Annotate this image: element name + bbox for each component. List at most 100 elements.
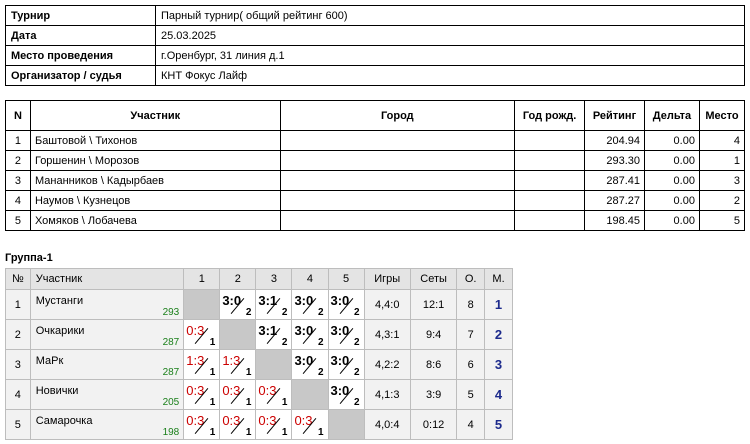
group-col-games: Игры (363, 268, 411, 290)
participants-table: N Участник Город Год рожд. Рейтинг Дельт… (5, 100, 746, 231)
match-score-cell: 0:3 1 (219, 409, 257, 440)
participant-row: 3 Мананников \ Кадырбаев 287.41 0.00 3 (5, 170, 746, 191)
participant-rating: 287.27 (584, 190, 645, 211)
col-header-delta: Дельта (644, 100, 700, 131)
match-points: 1 (209, 397, 216, 408)
col-header-city: Город (279, 100, 516, 131)
participant-delta: 0.00 (644, 190, 700, 211)
participant-city (279, 210, 516, 231)
group-points: 6 (456, 349, 486, 380)
participant-rating: 204.94 (584, 130, 645, 151)
col-header-rating: Рейтинг (584, 100, 645, 131)
group-player-name: Новички (35, 385, 79, 397)
col-header-n: N (5, 100, 31, 131)
group-row: 5 Самарочка 198 0:3 1 0:3 1 0:3 1 0:3 1 4,0:4 0:12 4 5 (5, 409, 513, 440)
match-score-cell: 3:0 2 (327, 289, 365, 320)
group-player-name: Очкарики (35, 325, 85, 337)
participant-city (279, 170, 516, 191)
group-player-cell: Очкарики 287 (29, 319, 185, 350)
group-player-name: МаРк (35, 355, 64, 367)
match-score-cell: 3:0 2 (327, 349, 365, 380)
match-points: 1 (281, 397, 288, 408)
group-points: 7 (456, 319, 486, 350)
match-score-cell: 1:3 1 (183, 349, 221, 380)
participant-place: 2 (698, 190, 746, 211)
participant-number: 2 (5, 150, 31, 171)
participant-birth-year (514, 210, 586, 231)
match-score-cell: 0:3 1 (255, 379, 293, 410)
match-score-cell: 3:0 2 (327, 319, 365, 350)
info-row-organizer: Организатор / судья КНТ Фокус Лайф (5, 65, 745, 86)
participant-number: 5 (5, 210, 31, 231)
participant-city (279, 150, 516, 171)
match-score-cell: 3:0 2 (291, 319, 329, 350)
info-row-tournament: Турнир Парный турнир( общий рейтинг 600) (5, 5, 745, 26)
group-col-3: 3 (255, 268, 293, 290)
group-place: 5 (484, 409, 513, 440)
group-col-4: 4 (291, 268, 329, 290)
group-sets: 3:9 (409, 379, 458, 410)
group-player-name: Самарочка (35, 415, 93, 427)
match-points: 2 (317, 307, 324, 318)
group-games: 4,4:0 (363, 289, 411, 320)
match-points: 1 (281, 427, 288, 438)
group-player-name: Мустанги (35, 295, 84, 307)
group-row-number: 1 (5, 289, 31, 320)
match-points: 1 (209, 427, 216, 438)
match-score-cell: 3:0 2 (291, 289, 329, 320)
participant-city (279, 130, 516, 151)
match-score-cell: 0:3 1 (183, 409, 221, 440)
group-sets: 9:4 (409, 319, 458, 350)
participant-rating: 287.41 (584, 170, 645, 191)
participant-name: Наумов \ Кузнецов (29, 190, 281, 211)
group-place: 2 (484, 319, 513, 350)
participant-number: 4 (5, 190, 31, 211)
group-games: 4,3:1 (363, 319, 411, 350)
match-points: 1 (317, 427, 324, 438)
group-player-rating: 293 (162, 307, 180, 318)
tournament-info-table: Турнир Парный турнир( общий рейтинг 600)… (5, 5, 745, 86)
match-points: 2 (281, 307, 288, 318)
match-score-cell: 3:0 2 (291, 349, 329, 380)
group-col-points: О. (456, 268, 486, 290)
date-label: Дата (5, 25, 156, 46)
group-row: 3 МаРк 287 1:3 1 1:3 1 3:0 2 3:0 2 4,2:2 8:6 6 3 (5, 349, 513, 380)
match-points: 2 (354, 367, 360, 378)
group-place: 3 (484, 349, 513, 380)
group-row: 4 Новички 205 0:3 1 0:3 1 0:3 1 3:0 2 4,1:3 3:9 5 4 (5, 379, 513, 410)
group-col-5: 5 (327, 268, 365, 290)
match-score-cell: 3:1 2 (255, 319, 293, 350)
group-points: 4 (456, 409, 486, 440)
tournament-value: Парный турнир( общий рейтинг 600) (155, 5, 745, 26)
participant-place: 1 (698, 150, 746, 171)
group-player-cell: Самарочка 198 (29, 409, 185, 440)
diagonal-cell (327, 409, 365, 440)
group-col-place: М. (484, 268, 513, 290)
match-score-cell: 0:3 1 (183, 379, 221, 410)
participant-birth-year (514, 130, 586, 151)
group-games: 4,1:3 (363, 379, 411, 410)
group-row-number: 4 (5, 379, 31, 410)
group-place: 4 (484, 379, 513, 410)
group-player-rating: 287 (162, 367, 180, 378)
match-score: 3:0 (294, 353, 314, 368)
group-player-rating: 205 (162, 397, 180, 408)
participant-birth-year (514, 190, 586, 211)
match-points: 2 (245, 307, 252, 318)
group-points: 8 (456, 289, 486, 320)
group-row-number: 2 (5, 319, 31, 350)
participant-row: 5 Хомяков \ Лобачева 198.45 0.00 5 (5, 210, 746, 231)
match-score-cell: 3:1 2 (255, 289, 293, 320)
group-player-rating: 198 (162, 427, 180, 438)
match-points: 2 (317, 367, 324, 378)
match-score-cell: 0:3 1 (255, 409, 293, 440)
participant-birth-year (514, 170, 586, 191)
group-sets: 12:1 (409, 289, 458, 320)
organizer-value: КНТ Фокус Лайф (155, 65, 745, 86)
diagonal-cell (291, 379, 329, 410)
participant-number: 1 (5, 130, 31, 151)
date-value: 25.03.2025 (155, 25, 745, 46)
group-row: 1 Мустанги 293 3:0 2 3:1 2 3:0 2 3:0 2 4,4:0 12:1 8 1 (5, 289, 513, 320)
diagonal-cell (183, 289, 221, 320)
participant-delta: 0.00 (644, 210, 700, 231)
